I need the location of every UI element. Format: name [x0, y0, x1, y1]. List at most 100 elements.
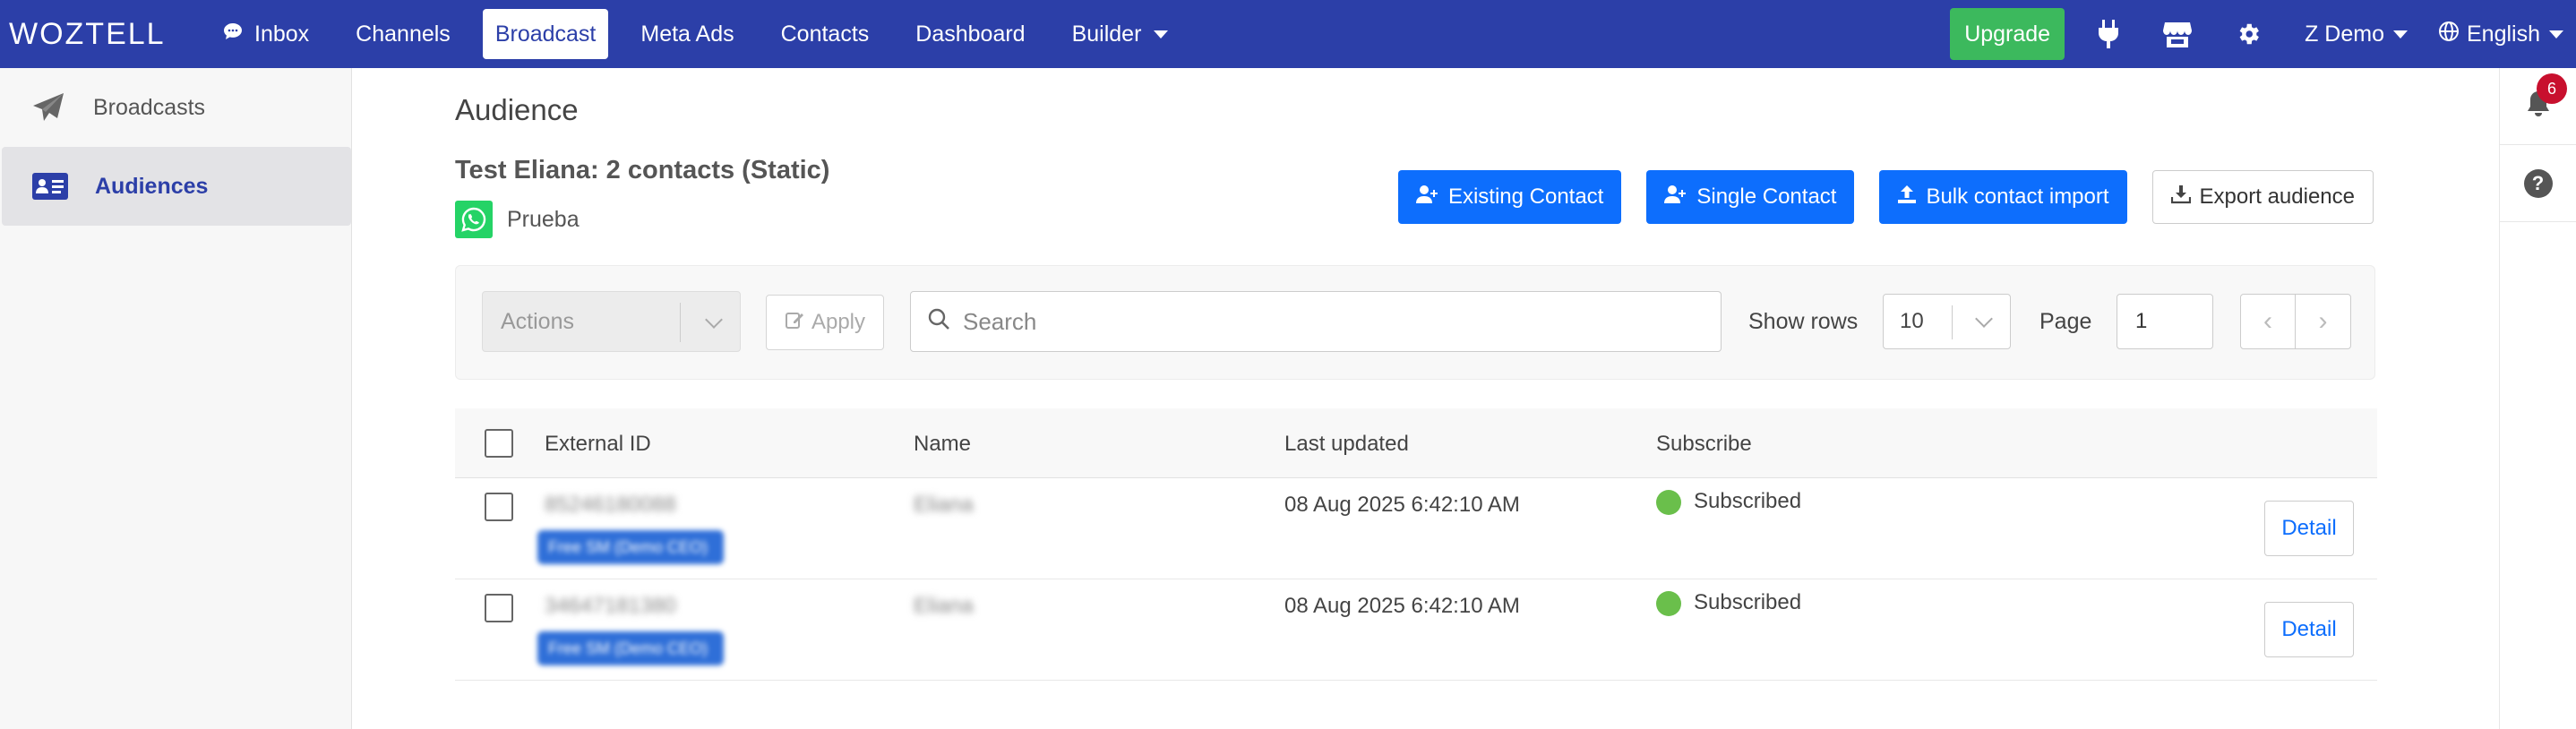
- bulk-import-button[interactable]: Bulk contact import: [1879, 170, 2127, 224]
- nav-label: Broadcast: [494, 21, 597, 47]
- prev-page-button[interactable]: ‹: [2241, 295, 2297, 348]
- channel-name: Prueba: [507, 206, 580, 232]
- select-all-checkbox[interactable]: [485, 429, 513, 458]
- button-label: Export audience: [2199, 184, 2355, 209]
- plug-icon[interactable]: [2097, 20, 2120, 48]
- user-menu[interactable]: Z Demo: [2305, 21, 2408, 47]
- rows-per-page-select[interactable]: 10: [1883, 294, 2011, 349]
- sidebar-item-label: Broadcasts: [93, 94, 206, 120]
- top-navbar: WOZTELL Inbox Channels Broadcast Meta Ad…: [0, 0, 2576, 68]
- button-label: Apply: [811, 310, 866, 334]
- user-name: Z Demo: [2305, 21, 2384, 47]
- gear-icon[interactable]: [2235, 21, 2262, 47]
- external-id: 85246180088: [545, 493, 676, 517]
- sidebar-item-label: Audiences: [95, 173, 209, 199]
- brand-logo[interactable]: WOZTELL: [9, 16, 166, 52]
- status-dot: [1656, 489, 1681, 515]
- chevron-down-icon: [1975, 310, 1993, 328]
- table-toolbar: Actions Apply Show rows 10 Page 1 ‹ ›: [455, 265, 2375, 380]
- status-label: Subscribed: [1694, 590, 1802, 614]
- status-dot: [1656, 590, 1681, 616]
- column-header: External ID: [545, 432, 651, 456]
- row-checkbox[interactable]: [485, 594, 513, 622]
- single-contact-button[interactable]: Single Contact: [1646, 170, 1855, 224]
- divider: [1952, 305, 1953, 339]
- actions-select[interactable]: Actions: [482, 291, 741, 352]
- nav-label: Builder: [1071, 21, 1142, 47]
- subscribe-status: Subscribed: [1656, 590, 1801, 616]
- paper-plane-icon: [29, 91, 68, 124]
- nav-label: Contacts: [780, 21, 870, 47]
- external-id: 34647181380: [545, 594, 676, 618]
- help-button[interactable]: ?: [2500, 145, 2576, 222]
- page-number-input[interactable]: 1: [2117, 294, 2213, 349]
- nav-broadcast[interactable]: Broadcast: [482, 9, 609, 59]
- audience-actions: Existing Contact Single Contact Bulk con…: [1373, 170, 2374, 224]
- rows-per-page-value: 10: [1900, 309, 1924, 333]
- show-rows-label: Show rows: [1748, 309, 1859, 334]
- nav-meta-ads[interactable]: Meta Ads: [617, 9, 757, 59]
- id-card-icon: [30, 170, 70, 202]
- existing-contact-button[interactable]: Existing Contact: [1397, 170, 1622, 224]
- caret-down-icon: [1154, 30, 1169, 39]
- caret-down-icon: [2393, 30, 2408, 39]
- user-plus-icon: [1664, 184, 1687, 210]
- user-plus-icon: [1415, 184, 1439, 210]
- nav-label: Channels: [356, 21, 451, 47]
- store-icon[interactable]: [2163, 21, 2193, 47]
- help-icon: ?: [2523, 168, 2553, 198]
- pagination: ‹ ›: [2240, 294, 2351, 349]
- detail-button[interactable]: Detail: [2264, 501, 2354, 556]
- row-checkbox[interactable]: [485, 493, 513, 521]
- channel-info: Prueba: [455, 201, 580, 238]
- contact-tag: Free SM (Demo CEO): [537, 631, 724, 665]
- nav-label: Meta Ads: [640, 21, 734, 47]
- status-label: Subscribed: [1694, 489, 1802, 513]
- nav-builder[interactable]: Builder: [1049, 9, 1192, 59]
- contact-tag: Free SM (Demo CEO): [537, 530, 724, 564]
- sidebar-item-audiences[interactable]: Audiences: [2, 147, 351, 226]
- language-label: English: [2467, 21, 2540, 47]
- sidebar: Broadcasts Audiences: [0, 68, 352, 729]
- page-title: Audience: [455, 93, 579, 126]
- apply-button[interactable]: Apply: [766, 295, 884, 350]
- table-header: External ID Name Last updated Subscribe: [455, 408, 2377, 478]
- next-page-button[interactable]: ›: [2296, 295, 2350, 348]
- table-row: 85246180088 Free SM (Demo CEO) Eliana 08…: [455, 478, 2377, 579]
- nav-inbox[interactable]: Inbox: [199, 9, 332, 59]
- search-icon: [927, 307, 950, 337]
- audience-title: Test Eliana: 2 contacts (Static): [455, 156, 830, 184]
- language-menu[interactable]: English: [2438, 21, 2563, 48]
- search-field: [910, 291, 1722, 352]
- notification-count-badge: 6: [2537, 73, 2567, 104]
- button-label: Single Contact: [1696, 184, 1837, 209]
- nav-channels[interactable]: Channels: [332, 9, 474, 59]
- export-audience-button[interactable]: Export audience: [2151, 170, 2374, 224]
- column-header: Name: [914, 432, 972, 456]
- download-icon: [2170, 184, 2191, 210]
- column-header: Last updated: [1284, 432, 1409, 456]
- search-input[interactable]: [963, 307, 1697, 336]
- notifications-button[interactable]: 6: [2500, 68, 2576, 145]
- nav-dashboard[interactable]: Dashboard: [892, 9, 1048, 59]
- sidebar-item-broadcasts[interactable]: Broadcasts: [0, 68, 351, 147]
- page-label: Page: [2039, 309, 2092, 334]
- chevron-left-icon: ‹: [2263, 306, 2272, 336]
- caret-down-icon: [2549, 30, 2563, 39]
- column-header: Subscribe: [1656, 432, 1752, 456]
- divider: [680, 303, 681, 342]
- contact-name: Eliana: [914, 594, 974, 618]
- button-label: Bulk contact import: [1926, 184, 2109, 209]
- whatsapp-icon: [455, 201, 493, 238]
- subscribe-status: Subscribed: [1656, 489, 1801, 515]
- detail-button[interactable]: Detail: [2264, 602, 2354, 657]
- nav-contacts[interactable]: Contacts: [758, 9, 893, 59]
- contact-name: Eliana: [914, 493, 974, 517]
- nav-label: Inbox: [254, 21, 310, 47]
- actions-select-value: Actions: [501, 308, 574, 334]
- last-updated: 08 Aug 2025 6:42:10 AM: [1284, 594, 1520, 618]
- upgrade-button[interactable]: Upgrade: [1950, 8, 2065, 60]
- right-rail: 6 ?: [2499, 68, 2576, 729]
- table-row: 34647181380 Free SM (Demo CEO) Eliana 08…: [455, 579, 2377, 681]
- nav-label: Dashboard: [915, 21, 1026, 47]
